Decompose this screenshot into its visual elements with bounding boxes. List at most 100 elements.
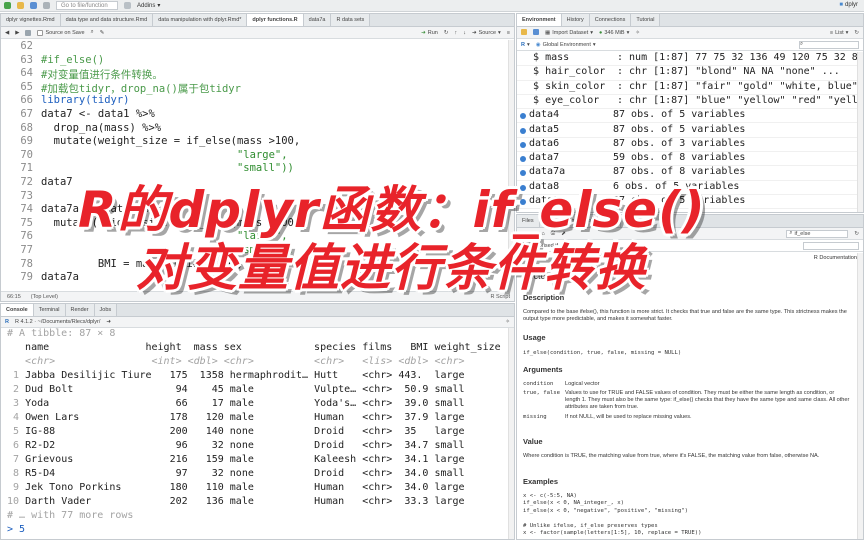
addins-menu[interactable]: Addins ▾ xyxy=(137,2,160,10)
wand-button[interactable]: ✎ xyxy=(100,30,105,36)
environment-row[interactable]: data4 87 obs. of 5 variables xyxy=(517,109,863,124)
down-button[interactable]: ↓ xyxy=(463,30,466,36)
editor-file-tab[interactable]: R data sets xyxy=(331,14,371,26)
variable-value: 87 obs. of 5 variables xyxy=(613,123,746,135)
tab-label: Terminal xyxy=(38,307,60,313)
environment-tab[interactable]: Connections xyxy=(589,14,632,26)
project-menu[interactable]: ■ dplyr xyxy=(839,2,858,8)
go-to-directory-icon[interactable]: ➜ xyxy=(106,319,111,325)
outline-button[interactable]: ≡ xyxy=(507,30,510,36)
environment-row[interactable]: $ skin_color: chr [1:87] "fair" "gold" "… xyxy=(517,81,863,95)
run-button[interactable]: ➜ Run xyxy=(421,30,438,36)
editor-file-tab[interactable]: data manipulation with dplyr.Rmd* xyxy=(153,14,248,26)
console-prompt[interactable]: > 5 xyxy=(7,524,25,535)
code-line[interactable]: #if_else() xyxy=(41,54,104,66)
editor-toolbar: ◀ ▶ Source on Save ⌕ ✎ ➜ Run ↻ ↑ ↓ ➜ Sourc… xyxy=(1,27,514,39)
variable-value: 87 obs. of 3 variables xyxy=(613,137,746,149)
globe-icon: ◉ xyxy=(535,41,541,48)
language-select[interactable]: R ▾ xyxy=(521,42,530,48)
editor-file-tab[interactable]: data type and data structure.Rmd xyxy=(60,14,154,26)
variable-name: data4 xyxy=(529,109,560,121)
expand-icon[interactable] xyxy=(520,141,526,148)
search-button[interactable]: ⌕ xyxy=(91,29,94,36)
editor-tabs: dplyr vignettes.Rmd data type and data st… xyxy=(1,14,514,27)
new-file-button[interactable] xyxy=(4,2,11,9)
help-scrollbar[interactable] xyxy=(857,253,863,539)
up-button[interactable]: ↑ xyxy=(454,30,457,36)
console-tab[interactable]: Console xyxy=(1,304,34,316)
row-index: 4 xyxy=(7,412,20,423)
refresh-button[interactable]: ↻ xyxy=(854,30,859,36)
env-search-input[interactable]: ⌕ xyxy=(799,40,859,49)
grid-icon[interactable] xyxy=(124,2,131,9)
source-on-save-checkbox[interactable]: Source on Save xyxy=(37,29,85,36)
environment-row[interactable]: data7 59 obs. of 8 variables xyxy=(517,152,863,167)
environment-row[interactable]: $ hair_color: chr [1:87] "blond" NA NA "… xyxy=(517,66,863,81)
code-line[interactable]: drop_na(mass) %>% xyxy=(41,122,161,134)
save-file-button[interactable] xyxy=(25,29,32,36)
scope-select[interactable]: ◉ Global Environment ▾ xyxy=(536,42,596,48)
expand-icon[interactable] xyxy=(520,156,526,163)
source-button[interactable]: ➜ Source ▾ xyxy=(472,30,501,36)
table-row: 8 R5-D4 97 32 none Droid <chr> 34.0 smal… xyxy=(7,468,465,479)
find-in-topic-input[interactable] xyxy=(803,241,859,250)
code-line[interactable]: "large", xyxy=(41,149,288,161)
expand-icon[interactable] xyxy=(520,113,526,120)
code-line[interactable]: data7a xyxy=(41,271,79,283)
chevron-down-icon: ▾ xyxy=(845,29,849,36)
rerun-button[interactable]: ↻ xyxy=(444,30,449,36)
code-line[interactable]: library(tidyr) xyxy=(41,94,130,106)
forward-button[interactable]: ▶ xyxy=(15,30,19,36)
editor-file-tab[interactable]: data7a xyxy=(303,14,332,26)
line-number: 77 xyxy=(20,244,33,256)
table-row: 4 Owen Lars 178 120 male Human <chr> 37.… xyxy=(7,412,465,423)
table-row: 7 Grievous 216 159 male Kaleesh <chr> 34… xyxy=(7,454,465,465)
open-file-button[interactable] xyxy=(17,2,24,9)
scope-indicator[interactable]: (Top Level) xyxy=(31,294,58,300)
row-values: R2-D2 96 32 none Droid <chr> 34.7 small xyxy=(25,440,465,451)
clear-console-button[interactable]: ✧ xyxy=(505,319,510,325)
view-mode-select[interactable]: ≡ List ▾ xyxy=(830,30,849,36)
console-tab[interactable]: Jobs xyxy=(94,304,118,316)
environment-scrollbar[interactable] xyxy=(857,52,863,212)
environment-toolbar: ▦ Import Dataset ▾ ● 346 MiB ▾ ✧ ≡ List ▾ ↻ xyxy=(517,27,863,39)
code-line[interactable]: data7 <- data1 %>% xyxy=(41,108,155,120)
environment-row[interactable]: $ mass : num [1:87] 77 75 32 136 49 120 … xyxy=(517,52,863,67)
refresh-button[interactable]: ↻ xyxy=(854,231,859,237)
console-tab[interactable]: Render xyxy=(65,304,95,316)
environment-tab[interactable]: Tutorial xyxy=(631,14,661,26)
open-workspace-button[interactable] xyxy=(521,28,527,37)
expand-icon[interactable] xyxy=(520,127,526,134)
back-button[interactable]: ◀ xyxy=(5,30,9,36)
print-button[interactable] xyxy=(43,2,50,9)
memory-label: 346 MiB xyxy=(604,29,625,36)
console-tab[interactable]: Terminal xyxy=(33,304,66,316)
variable-name: $ mass xyxy=(521,52,606,63)
go-to-file-input[interactable]: Go to file/function xyxy=(56,1,118,10)
tab-label: data7a xyxy=(308,17,326,23)
clear-env-button[interactable]: ✧ xyxy=(635,30,640,36)
import-dataset-button[interactable]: ▦ Import Dataset ▾ xyxy=(545,30,593,36)
tab-label: Console xyxy=(6,307,28,313)
environment-row[interactable]: $ eye_color : chr [1:87] "blue" "yellow"… xyxy=(517,95,863,110)
scope-label: Global Environment xyxy=(542,41,591,48)
console-scrollbar[interactable] xyxy=(508,328,514,539)
code-line[interactable]: mutate(weight_size = if_else(mass >100, xyxy=(41,135,301,147)
environment-row[interactable]: data5 87 obs. of 5 variables xyxy=(517,123,863,138)
tibble-header: # A tibble: 87 × 8 xyxy=(7,328,116,339)
code-line[interactable]: data7 xyxy=(41,176,73,188)
examples-code: x <- c(-5:5, NA) if_else(x < 0, NA_integ… xyxy=(523,493,702,537)
editor-file-tab[interactable]: dplyr functions.R xyxy=(247,14,304,26)
column-headers: name height mass sex species films BMI w… xyxy=(7,342,501,353)
editor-file-tab[interactable]: dplyr vignettes.Rmd xyxy=(1,14,61,26)
environment-tab[interactable]: Environment xyxy=(517,14,562,26)
environment-row[interactable]: data6 87 obs. of 3 variables xyxy=(517,137,863,153)
save-button[interactable] xyxy=(30,2,37,9)
memory-usage[interactable]: ● 346 MiB ▾ xyxy=(599,30,629,36)
environment-tab[interactable]: History xyxy=(561,14,590,26)
save-workspace-button[interactable] xyxy=(533,28,539,37)
help-search-input[interactable]: ⌕ if_else xyxy=(786,229,849,238)
argument-name: true, false xyxy=(523,390,561,396)
line-number: 62 xyxy=(20,40,33,52)
row-values: Jek Tono Porkins 180 110 male Human <chr… xyxy=(25,482,465,493)
